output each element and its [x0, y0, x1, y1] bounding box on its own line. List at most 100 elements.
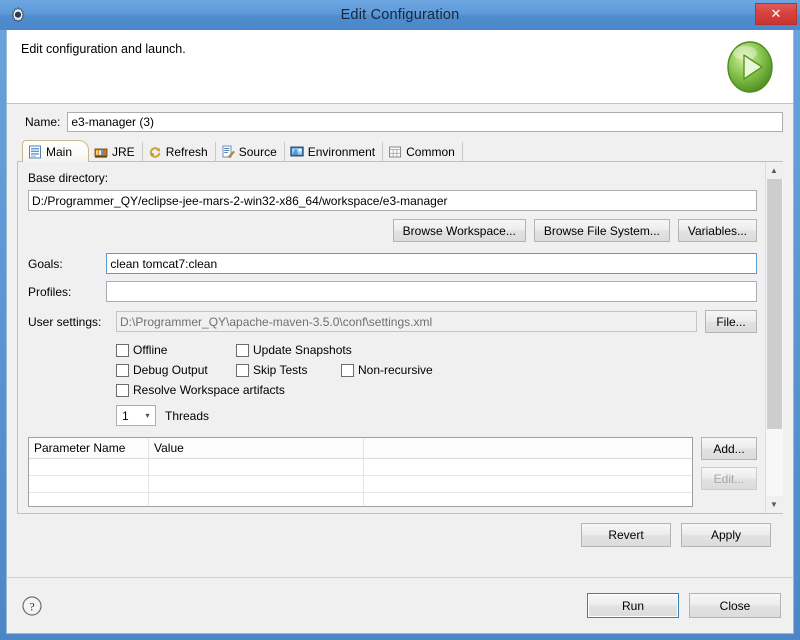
table-cell — [364, 476, 692, 492]
column-header-value[interactable]: Value — [149, 438, 364, 458]
environment-icon — [290, 145, 304, 159]
table-cell — [149, 493, 364, 506]
tab-refresh-label: Refresh — [165, 145, 208, 159]
tab-body-main: Base directory: Browse Workspace... Brow… — [17, 161, 783, 514]
table-cell — [149, 459, 364, 475]
update-snapshots-checkbox-box[interactable] — [236, 343, 249, 357]
resolve-workspace-artifacts-checkbox-box[interactable] — [116, 383, 129, 397]
common-icon — [388, 145, 402, 159]
goals-row: Goals: — [28, 253, 757, 274]
column-header-parameter-name[interactable]: Parameter Name — [29, 438, 149, 458]
non-recursive-checkbox-label: Non-recursive — [358, 363, 433, 377]
tab-environment[interactable]: Environment — [285, 142, 384, 162]
tab-refresh[interactable]: Refresh — [143, 142, 216, 162]
source-icon — [221, 145, 235, 159]
user-settings-label: User settings: — [28, 314, 102, 329]
tab-page-scrollbar[interactable]: ▲ ▼ — [765, 162, 783, 513]
tab-environment-label: Environment — [307, 145, 376, 159]
browse-file-system-button[interactable]: Browse File System... — [533, 219, 670, 242]
header-message: Edit configuration and launch. — [21, 42, 186, 56]
options-group: Offline Update Snapshots Debug Output Sk… — [28, 343, 757, 426]
base-directory-label: Base directory: — [28, 171, 109, 185]
profiles-input[interactable] — [106, 281, 757, 302]
gear-icon — [9, 6, 27, 24]
update-snapshots-checkbox[interactable]: Update Snapshots — [236, 343, 352, 357]
non-recursive-checkbox-box[interactable] — [341, 363, 354, 377]
name-label: Name: — [25, 115, 61, 129]
goals-input[interactable] — [106, 253, 757, 274]
scrollbar-thumb[interactable] — [766, 179, 782, 430]
help-question-icon[interactable]: ? — [21, 595, 43, 617]
scrollbar-track[interactable] — [765, 179, 783, 496]
table-cell — [364, 459, 692, 475]
non-recursive-checkbox[interactable]: Non-recursive — [341, 363, 433, 377]
tab-main-label: Main — [46, 144, 73, 159]
resolve-workspace-artifacts-checkbox[interactable]: Resolve Workspace artifacts — [116, 383, 285, 397]
svg-text:?: ? — [29, 599, 34, 613]
parameters-table-header: Parameter Name Value — [29, 438, 692, 459]
parameters-section: Parameter Name Value Add... Edit... — [28, 437, 757, 507]
name-row: Name: — [17, 112, 783, 132]
tab-strip: Main JRE Refresh Source Environment Comm… — [17, 140, 783, 162]
checkbox-row-1: Offline Update Snapshots — [116, 343, 757, 357]
user-settings-row: User settings: File... — [28, 310, 757, 333]
edit-parameter-button: Edit... — [701, 467, 757, 490]
base-directory-input[interactable] — [28, 190, 757, 211]
skip-tests-checkbox[interactable]: Skip Tests — [236, 363, 341, 377]
threads-row: 1 ▾ Threads — [116, 405, 757, 426]
browse-button-row: Browse Workspace... Browse File System..… — [28, 219, 757, 242]
user-settings-file-button[interactable]: File... — [705, 310, 757, 333]
dialog-footer: ? Run Close — [7, 577, 793, 633]
parameters-table[interactable]: Parameter Name Value — [28, 437, 693, 507]
tab-jre-label: JRE — [112, 145, 135, 159]
main-document-icon — [28, 145, 42, 159]
debug-output-checkbox[interactable]: Debug Output — [116, 363, 236, 377]
table-row[interactable] — [29, 493, 692, 506]
table-cell — [149, 476, 364, 492]
table-cell — [29, 476, 149, 492]
table-row[interactable] — [29, 476, 692, 493]
window-title: Edit Configuration — [340, 7, 460, 23]
tab-common[interactable]: Common — [383, 142, 463, 162]
resolve-workspace-artifacts-checkbox-label: Resolve Workspace artifacts — [133, 383, 285, 397]
refresh-icon — [148, 145, 162, 159]
tab-source-label: Source — [238, 145, 277, 159]
dialog-content: Name: e3-manager (3) Main JRE Refresh So… — [7, 104, 793, 577]
goals-label: Goals: — [28, 256, 63, 271]
browse-workspace-button[interactable]: Browse Workspace... — [392, 219, 526, 242]
run-button[interactable]: Run — [587, 593, 679, 618]
table-row[interactable] — [29, 459, 692, 476]
offline-checkbox-label: Offline — [133, 343, 168, 357]
scroll-up-arrow-icon[interactable]: ▲ — [765, 162, 783, 179]
threads-label: Threads — [165, 408, 210, 423]
debug-output-checkbox-label: Debug Output — [133, 363, 208, 377]
chevron-down-icon[interactable]: ▾ — [140, 411, 155, 420]
profiles-row: Profiles: — [28, 281, 757, 302]
scroll-down-arrow-icon[interactable]: ▼ — [765, 496, 783, 513]
tab-source[interactable]: Source — [216, 142, 285, 162]
offline-checkbox[interactable]: Offline — [116, 343, 236, 357]
revert-button[interactable]: Revert — [581, 523, 671, 547]
column-header-blank[interactable] — [364, 438, 692, 458]
offline-checkbox-box[interactable] — [116, 343, 129, 357]
configuration-name-input[interactable] — [67, 112, 783, 132]
dialog-body: Edit configuration and launch. Name: e3-… — [6, 30, 794, 634]
table-cell — [364, 493, 692, 506]
tab-main[interactable]: Main — [22, 140, 90, 162]
variables-button[interactable]: Variables... — [677, 219, 757, 242]
skip-tests-checkbox-box[interactable] — [236, 363, 249, 377]
debug-output-checkbox-box[interactable] — [116, 363, 129, 377]
run-launch-icon — [724, 38, 776, 96]
apply-button[interactable]: Apply — [681, 523, 771, 547]
main-tab-page: Base directory: Browse Workspace... Brow… — [18, 162, 765, 513]
tab-jre[interactable]: JRE — [89, 142, 143, 162]
table-cell — [29, 459, 149, 475]
tab-folder: Main JRE Refresh Source Environment Comm… — [17, 140, 783, 514]
edit-configuration-window: Edit Configuration ✕ Edit configuration … — [0, 0, 800, 640]
close-button[interactable]: Close — [689, 593, 781, 618]
checkbox-row-2: Debug Output Skip Tests Non-recursive — [116, 363, 757, 377]
threads-combo[interactable]: 1 ▾ — [116, 405, 156, 426]
user-settings-input[interactable] — [116, 311, 697, 332]
add-parameter-button[interactable]: Add... — [701, 437, 757, 460]
close-window-button[interactable]: ✕ — [755, 3, 797, 25]
